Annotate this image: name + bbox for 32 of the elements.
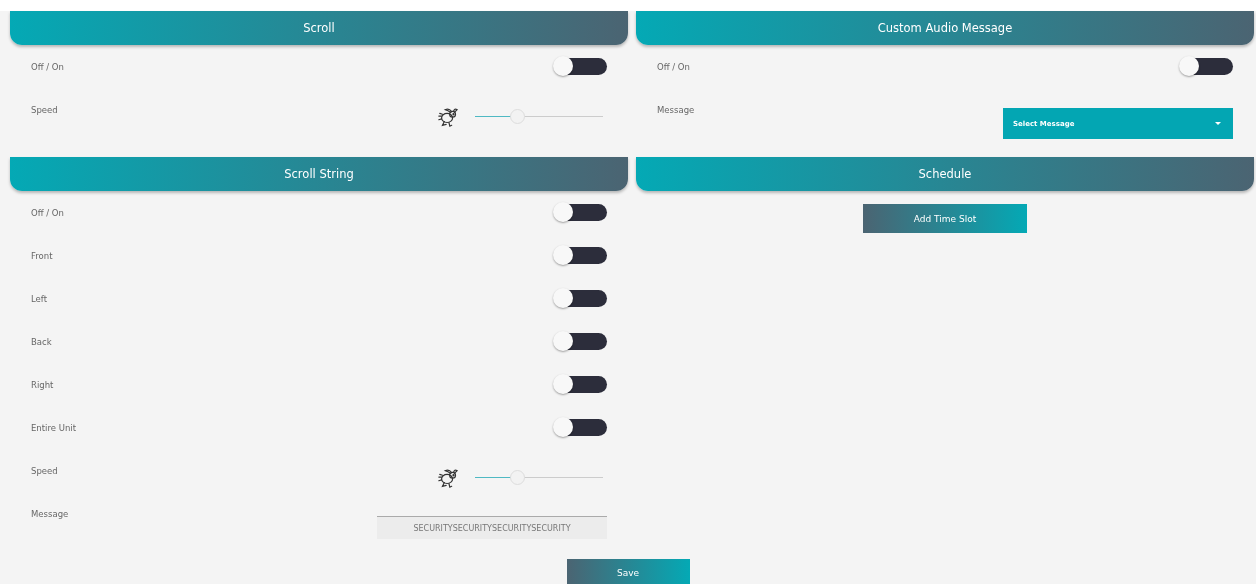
slider-thumb[interactable] [509, 109, 525, 124]
field-label: Left [31, 293, 47, 304]
toggle-switch[interactable] [555, 204, 607, 221]
rabbit-icon [437, 466, 459, 489]
save-button[interactable]: Save [566, 559, 690, 584]
rabbit-icon [437, 105, 459, 128]
toggle-switch[interactable] [555, 247, 607, 264]
field-label: Speed [31, 465, 58, 476]
field-label: Message [657, 104, 695, 115]
field-label: Back [31, 336, 52, 347]
field-label: Off / On [31, 61, 64, 72]
section-header: Scroll [10, 11, 628, 45]
section-header: Custom Audio Message [636, 11, 1254, 45]
field-label: Message [31, 508, 69, 519]
field-label: Off / On [657, 61, 690, 72]
message-field[interactable]: SECURITYSECURITYSECURITYSECURITY [377, 516, 607, 539]
caret-icon [1215, 122, 1221, 125]
toggle-switch[interactable] [555, 58, 607, 75]
field-label: Off / On [31, 207, 64, 218]
slider-thumb[interactable] [509, 470, 525, 485]
toggle-switch[interactable] [555, 376, 607, 393]
field-label: Right [31, 379, 54, 390]
section-header: Schedule [636, 157, 1254, 191]
toggle-switch[interactable] [555, 333, 607, 350]
field-label: Speed [31, 104, 58, 115]
toggle-switch[interactable] [1181, 58, 1233, 75]
field-label: Front [31, 250, 53, 261]
add-time-slot-button[interactable]: Add Time Slot [863, 204, 1027, 233]
field-label: Entire Unit [31, 422, 76, 433]
section-header: Scroll String [10, 157, 628, 191]
toggle-switch[interactable] [555, 419, 607, 436]
toggle-switch[interactable] [555, 290, 607, 307]
